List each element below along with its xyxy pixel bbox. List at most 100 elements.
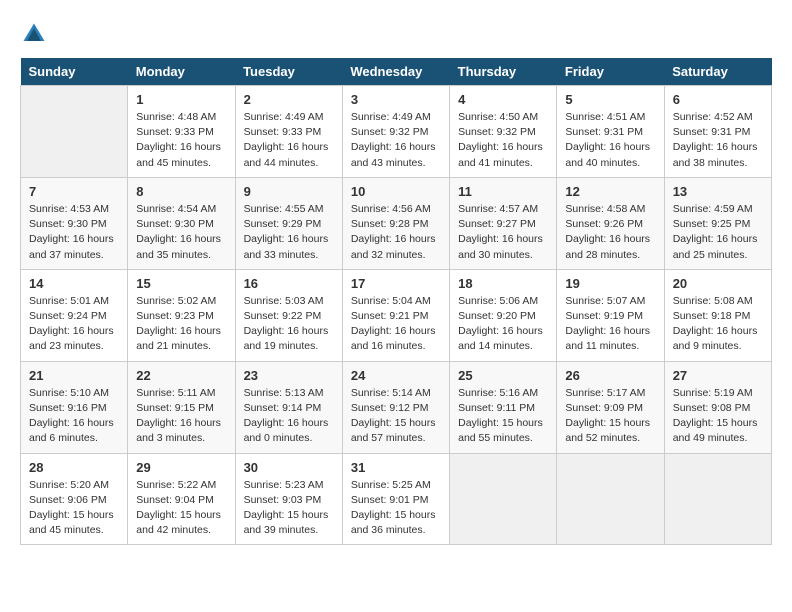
calendar-cell: 24 Sunrise: 5:14 AMSunset: 9:12 PMDaylig…	[342, 361, 449, 453]
day-header-tuesday: Tuesday	[235, 58, 342, 86]
week-row-3: 14 Sunrise: 5:01 AMSunset: 9:24 PMDaylig…	[21, 269, 772, 361]
cell-content: Sunrise: 5:02 AMSunset: 9:23 PMDaylight:…	[136, 294, 226, 355]
cell-content: Sunrise: 5:10 AMSunset: 9:16 PMDaylight:…	[29, 386, 119, 447]
cell-content: Sunrise: 5:04 AMSunset: 9:21 PMDaylight:…	[351, 294, 441, 355]
day-header-thursday: Thursday	[450, 58, 557, 86]
calendar-cell	[664, 453, 771, 545]
day-header-sunday: Sunday	[21, 58, 128, 86]
day-number: 18	[458, 276, 548, 291]
cell-content: Sunrise: 5:20 AMSunset: 9:06 PMDaylight:…	[29, 478, 119, 539]
day-number: 6	[673, 92, 763, 107]
calendar-cell: 25 Sunrise: 5:16 AMSunset: 9:11 PMDaylig…	[450, 361, 557, 453]
cell-content: Sunrise: 5:23 AMSunset: 9:03 PMDaylight:…	[244, 478, 334, 539]
cell-content: Sunrise: 4:51 AMSunset: 9:31 PMDaylight:…	[565, 110, 655, 171]
cell-content: Sunrise: 5:06 AMSunset: 9:20 PMDaylight:…	[458, 294, 548, 355]
calendar-cell: 13 Sunrise: 4:59 AMSunset: 9:25 PMDaylig…	[664, 177, 771, 269]
day-number: 19	[565, 276, 655, 291]
cell-content: Sunrise: 5:01 AMSunset: 9:24 PMDaylight:…	[29, 294, 119, 355]
logo-icon	[20, 20, 48, 48]
cell-content: Sunrise: 4:48 AMSunset: 9:33 PMDaylight:…	[136, 110, 226, 171]
day-number: 10	[351, 184, 441, 199]
day-number: 15	[136, 276, 226, 291]
calendar-cell: 27 Sunrise: 5:19 AMSunset: 9:08 PMDaylig…	[664, 361, 771, 453]
calendar-cell: 18 Sunrise: 5:06 AMSunset: 9:20 PMDaylig…	[450, 269, 557, 361]
cell-content: Sunrise: 4:52 AMSunset: 9:31 PMDaylight:…	[673, 110, 763, 171]
cell-content: Sunrise: 5:22 AMSunset: 9:04 PMDaylight:…	[136, 478, 226, 539]
calendar-cell: 11 Sunrise: 4:57 AMSunset: 9:27 PMDaylig…	[450, 177, 557, 269]
calendar-cell: 12 Sunrise: 4:58 AMSunset: 9:26 PMDaylig…	[557, 177, 664, 269]
cell-content: Sunrise: 4:56 AMSunset: 9:28 PMDaylight:…	[351, 202, 441, 263]
cell-content: Sunrise: 5:19 AMSunset: 9:08 PMDaylight:…	[673, 386, 763, 447]
calendar-cell: 17 Sunrise: 5:04 AMSunset: 9:21 PMDaylig…	[342, 269, 449, 361]
calendar-cell: 7 Sunrise: 4:53 AMSunset: 9:30 PMDayligh…	[21, 177, 128, 269]
calendar-cell: 16 Sunrise: 5:03 AMSunset: 9:22 PMDaylig…	[235, 269, 342, 361]
day-number: 28	[29, 460, 119, 475]
day-header-friday: Friday	[557, 58, 664, 86]
cell-content: Sunrise: 5:16 AMSunset: 9:11 PMDaylight:…	[458, 386, 548, 447]
calendar-cell: 31 Sunrise: 5:25 AMSunset: 9:01 PMDaylig…	[342, 453, 449, 545]
day-number: 8	[136, 184, 226, 199]
cell-content: Sunrise: 4:50 AMSunset: 9:32 PMDaylight:…	[458, 110, 548, 171]
calendar-cell: 21 Sunrise: 5:10 AMSunset: 9:16 PMDaylig…	[21, 361, 128, 453]
calendar-cell: 19 Sunrise: 5:07 AMSunset: 9:19 PMDaylig…	[557, 269, 664, 361]
day-header-saturday: Saturday	[664, 58, 771, 86]
day-number: 11	[458, 184, 548, 199]
day-number: 21	[29, 368, 119, 383]
day-number: 2	[244, 92, 334, 107]
calendar-cell: 29 Sunrise: 5:22 AMSunset: 9:04 PMDaylig…	[128, 453, 235, 545]
day-number: 14	[29, 276, 119, 291]
cell-content: Sunrise: 4:55 AMSunset: 9:29 PMDaylight:…	[244, 202, 334, 263]
day-number: 27	[673, 368, 763, 383]
day-number: 17	[351, 276, 441, 291]
calendar-cell: 5 Sunrise: 4:51 AMSunset: 9:31 PMDayligh…	[557, 86, 664, 178]
calendar-cell: 20 Sunrise: 5:08 AMSunset: 9:18 PMDaylig…	[664, 269, 771, 361]
week-row-5: 28 Sunrise: 5:20 AMSunset: 9:06 PMDaylig…	[21, 453, 772, 545]
day-number: 5	[565, 92, 655, 107]
day-number: 3	[351, 92, 441, 107]
logo	[20, 20, 52, 48]
cell-content: Sunrise: 5:14 AMSunset: 9:12 PMDaylight:…	[351, 386, 441, 447]
day-number: 22	[136, 368, 226, 383]
cell-content: Sunrise: 5:08 AMSunset: 9:18 PMDaylight:…	[673, 294, 763, 355]
header-row: SundayMondayTuesdayWednesdayThursdayFrid…	[21, 58, 772, 86]
day-header-wednesday: Wednesday	[342, 58, 449, 86]
cell-content: Sunrise: 5:25 AMSunset: 9:01 PMDaylight:…	[351, 478, 441, 539]
cell-content: Sunrise: 5:13 AMSunset: 9:14 PMDaylight:…	[244, 386, 334, 447]
day-number: 9	[244, 184, 334, 199]
day-number: 31	[351, 460, 441, 475]
calendar-cell	[21, 86, 128, 178]
calendar-cell: 3 Sunrise: 4:49 AMSunset: 9:32 PMDayligh…	[342, 86, 449, 178]
cell-content: Sunrise: 4:49 AMSunset: 9:33 PMDaylight:…	[244, 110, 334, 171]
week-row-4: 21 Sunrise: 5:10 AMSunset: 9:16 PMDaylig…	[21, 361, 772, 453]
calendar-table: SundayMondayTuesdayWednesdayThursdayFrid…	[20, 58, 772, 545]
cell-content: Sunrise: 5:17 AMSunset: 9:09 PMDaylight:…	[565, 386, 655, 447]
cell-content: Sunrise: 4:58 AMSunset: 9:26 PMDaylight:…	[565, 202, 655, 263]
calendar-cell: 26 Sunrise: 5:17 AMSunset: 9:09 PMDaylig…	[557, 361, 664, 453]
calendar-cell: 9 Sunrise: 4:55 AMSunset: 9:29 PMDayligh…	[235, 177, 342, 269]
calendar-cell: 28 Sunrise: 5:20 AMSunset: 9:06 PMDaylig…	[21, 453, 128, 545]
cell-content: Sunrise: 4:53 AMSunset: 9:30 PMDaylight:…	[29, 202, 119, 263]
calendar-cell: 14 Sunrise: 5:01 AMSunset: 9:24 PMDaylig…	[21, 269, 128, 361]
day-number: 24	[351, 368, 441, 383]
day-number: 7	[29, 184, 119, 199]
calendar-cell	[450, 453, 557, 545]
cell-content: Sunrise: 4:59 AMSunset: 9:25 PMDaylight:…	[673, 202, 763, 263]
calendar-cell: 2 Sunrise: 4:49 AMSunset: 9:33 PMDayligh…	[235, 86, 342, 178]
day-number: 26	[565, 368, 655, 383]
day-number: 4	[458, 92, 548, 107]
calendar-cell: 15 Sunrise: 5:02 AMSunset: 9:23 PMDaylig…	[128, 269, 235, 361]
day-number: 23	[244, 368, 334, 383]
day-number: 12	[565, 184, 655, 199]
calendar-cell: 10 Sunrise: 4:56 AMSunset: 9:28 PMDaylig…	[342, 177, 449, 269]
calendar-cell: 4 Sunrise: 4:50 AMSunset: 9:32 PMDayligh…	[450, 86, 557, 178]
day-number: 13	[673, 184, 763, 199]
cell-content: Sunrise: 5:07 AMSunset: 9:19 PMDaylight:…	[565, 294, 655, 355]
cell-content: Sunrise: 4:54 AMSunset: 9:30 PMDaylight:…	[136, 202, 226, 263]
calendar-cell: 8 Sunrise: 4:54 AMSunset: 9:30 PMDayligh…	[128, 177, 235, 269]
calendar-cell: 23 Sunrise: 5:13 AMSunset: 9:14 PMDaylig…	[235, 361, 342, 453]
calendar-cell	[557, 453, 664, 545]
day-header-monday: Monday	[128, 58, 235, 86]
calendar-cell: 22 Sunrise: 5:11 AMSunset: 9:15 PMDaylig…	[128, 361, 235, 453]
day-number: 16	[244, 276, 334, 291]
cell-content: Sunrise: 4:57 AMSunset: 9:27 PMDaylight:…	[458, 202, 548, 263]
